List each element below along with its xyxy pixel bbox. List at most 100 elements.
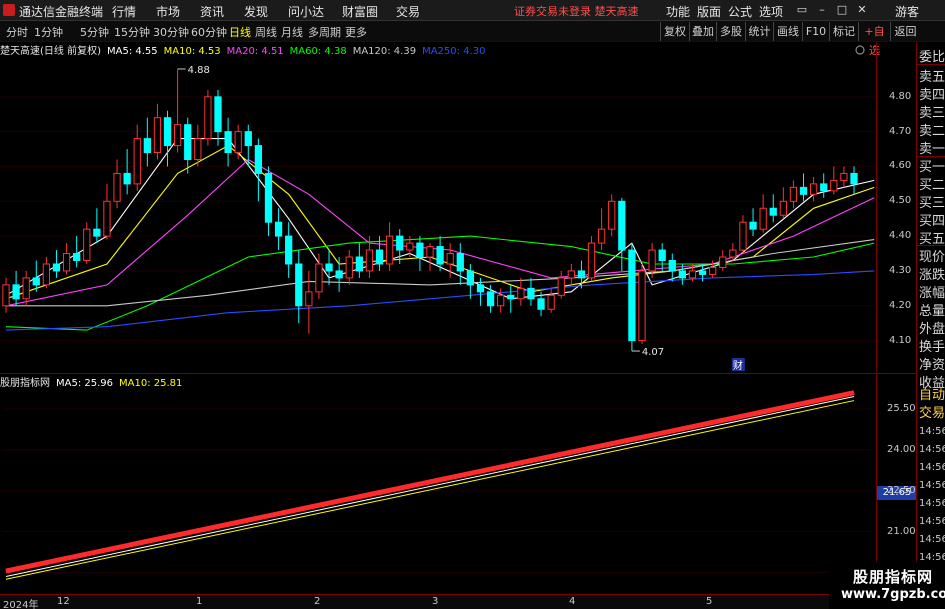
candle[interactable]	[83, 222, 91, 264]
candle[interactable]	[769, 194, 777, 223]
candle[interactable]	[557, 270, 565, 299]
f10-button[interactable]: F10	[802, 22, 829, 41]
adjust-button[interactable]: 复权	[660, 22, 689, 41]
candle[interactable]	[194, 124, 202, 167]
candlestick-chart[interactable]: 4.88 4.07 财	[0, 42, 876, 372]
tab-daily[interactable]: 日线	[229, 24, 251, 40]
tab-multi-period[interactable]: 多周期	[308, 24, 341, 40]
candle[interactable]	[42, 257, 51, 289]
candle[interactable]	[426, 243, 434, 271]
candle[interactable]	[93, 208, 101, 244]
function-button[interactable]: 功能	[666, 3, 690, 20]
candle[interactable]	[184, 117, 192, 174]
menu-ask-xiaoda[interactable]: 问小达	[288, 3, 324, 20]
candle[interactable]	[295, 250, 303, 324]
candle[interactable]	[809, 176, 818, 202]
candle[interactable]	[264, 166, 273, 237]
candle[interactable]	[567, 263, 575, 285]
tab-30min[interactable]: 30分钟	[153, 24, 189, 40]
candle[interactable]	[739, 215, 747, 254]
candle[interactable]	[62, 243, 71, 275]
menu-wealth-circle[interactable]: 财富圈	[342, 3, 378, 20]
candle[interactable]	[587, 236, 596, 282]
candle[interactable]	[2, 277, 10, 313]
candle[interactable]	[355, 243, 363, 278]
candle[interactable]	[820, 173, 828, 198]
candle[interactable]	[103, 183, 111, 240]
tab-more[interactable]: 更多	[345, 24, 367, 40]
candle[interactable]	[749, 208, 757, 237]
candle[interactable]	[456, 243, 464, 285]
trade-login-warning[interactable]: 证券交易未登录 楚天高速	[514, 3, 639, 19]
candle[interactable]	[325, 250, 333, 285]
candle[interactable]	[73, 236, 81, 268]
candle[interactable]	[52, 250, 61, 278]
menu-trade[interactable]: 交易	[396, 3, 420, 20]
tab-5min[interactable]: 5分钟	[80, 24, 109, 40]
tab-1min[interactable]: 1分钟	[34, 24, 63, 40]
candle[interactable]	[840, 166, 848, 188]
candle[interactable]	[123, 149, 131, 195]
candle[interactable]	[143, 117, 151, 167]
candle[interactable]	[385, 222, 394, 271]
candle[interactable]	[133, 124, 141, 191]
candle[interactable]	[305, 270, 313, 334]
candle[interactable]	[577, 260, 586, 289]
tab-intraday[interactable]: 分时	[6, 24, 28, 40]
tab-trade[interactable]: 交易	[919, 402, 945, 421]
candle[interactable]	[658, 243, 666, 271]
candle[interactable]	[830, 166, 838, 195]
close-icon[interactable]: ✕	[854, 2, 870, 18]
candle[interactable]	[618, 197, 626, 271]
candle[interactable]	[628, 243, 636, 352]
chart-settings-icon[interactable]	[855, 45, 865, 55]
candle[interactable]	[254, 138, 263, 202]
overlay-button[interactable]: 叠加	[689, 22, 716, 41]
candle[interactable]	[779, 187, 787, 219]
layout-button[interactable]: 版面	[697, 3, 721, 20]
toggle-icon[interactable]: ▭	[794, 2, 810, 18]
candle[interactable]	[153, 103, 162, 160]
formula-button[interactable]: 公式	[728, 3, 752, 20]
tab-weekly[interactable]: 周线	[255, 24, 277, 40]
mark-button[interactable]: 标记	[829, 22, 858, 41]
candle[interactable]	[719, 250, 727, 271]
back-button[interactable]: 返回	[890, 22, 920, 41]
multi-stock-button[interactable]: 多股	[716, 22, 745, 41]
candle[interactable]	[224, 117, 232, 167]
candle[interactable]	[507, 284, 515, 313]
candle[interactable]	[345, 250, 353, 285]
candle[interactable]	[22, 270, 30, 306]
candle[interactable]	[204, 89, 212, 146]
candle[interactable]	[466, 263, 475, 299]
candle[interactable]	[850, 166, 858, 195]
tab-monthly[interactable]: 月线	[281, 24, 303, 40]
candle[interactable]	[527, 277, 535, 306]
candle[interactable]	[12, 270, 20, 306]
candle[interactable]	[214, 89, 222, 146]
candle[interactable]	[285, 222, 293, 278]
candle[interactable]	[597, 208, 606, 251]
candle[interactable]	[799, 173, 808, 202]
tab-15min[interactable]: 15分钟	[114, 24, 150, 40]
candle[interactable]	[668, 253, 676, 282]
minimize-icon[interactable]: –	[814, 2, 830, 18]
guest-label[interactable]: 游客	[895, 3, 919, 20]
menu-market[interactable]: 市场	[156, 3, 180, 20]
statistics-button[interactable]: 统计	[745, 22, 773, 41]
candle[interactable]	[517, 277, 525, 306]
candle[interactable]	[173, 68, 182, 153]
options-button[interactable]: 选项	[759, 3, 783, 20]
candle[interactable]	[789, 180, 798, 209]
candle[interactable]	[274, 208, 283, 251]
candle[interactable]	[608, 194, 616, 237]
candle[interactable]	[335, 257, 343, 292]
maximize-icon[interactable]: □	[834, 2, 850, 18]
candle[interactable]	[759, 194, 767, 233]
candle[interactable]	[638, 263, 646, 345]
candle[interactable]	[416, 236, 424, 271]
candle[interactable]	[547, 288, 555, 313]
tab-auto[interactable]: 自动	[919, 384, 945, 403]
draw-line-button[interactable]: 画线	[773, 22, 802, 41]
add-watchlist-button[interactable]: +自选	[858, 22, 890, 57]
